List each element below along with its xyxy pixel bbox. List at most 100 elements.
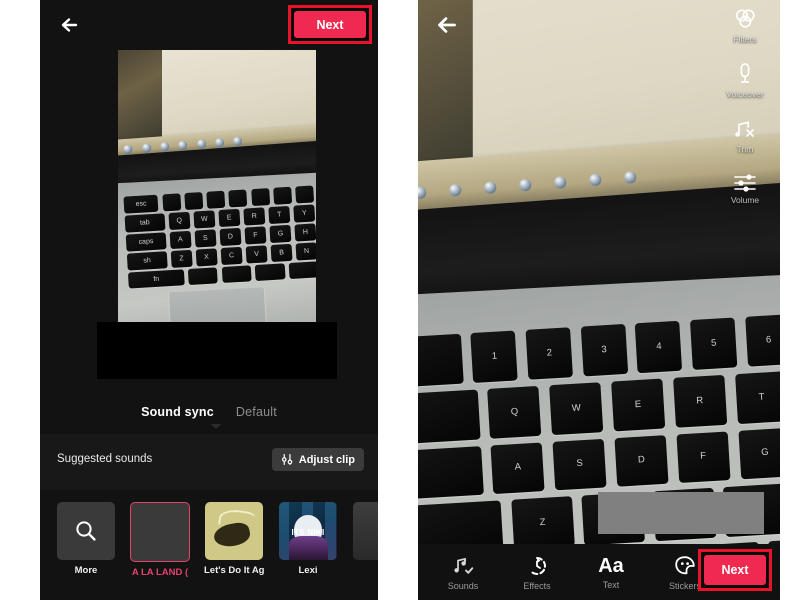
- album-art-thumb[interactable]: [205, 502, 263, 560]
- keyboard-key: A: [169, 231, 192, 250]
- right-phone-panel: 1234567QWERTYASDFGHZXCVB Filters: [418, 0, 780, 600]
- keyboard-key: F: [676, 430, 732, 484]
- keyboard-key: [206, 191, 226, 209]
- album-art-text: ITS NIKI: [291, 527, 325, 537]
- keyboard-key: H: [294, 223, 316, 242]
- bottom-item-label: Stickers: [668, 580, 701, 591]
- keyboard-key: [295, 185, 315, 204]
- tab-default[interactable]: Default: [236, 405, 277, 419]
- keyboard-key: 6: [745, 314, 780, 367]
- next-button-highlight-left: Next: [288, 5, 372, 44]
- keyboard-key: E: [218, 209, 241, 228]
- keyboard-key: Y: [293, 204, 316, 223]
- sound-item-label: More: [74, 565, 98, 576]
- sound-item-partial[interactable]: [353, 502, 378, 560]
- left-phone-panel: esc tab Q W E R T Ycaps A S D F G Hsh Z X C V B Nfn Next So…: [40, 0, 378, 600]
- keyboard-key: 3: [581, 323, 629, 377]
- keyboard-key: tab: [124, 213, 166, 233]
- tab-sound-sync[interactable]: Sound sync: [141, 405, 214, 419]
- tab-indicator-caret: [211, 424, 221, 429]
- keyboard-key: X: [195, 248, 218, 267]
- keyboard-key: esc: [123, 195, 159, 214]
- effects-timer-icon: [525, 554, 549, 578]
- redaction-box-gray: [598, 492, 764, 534]
- keyboard-key: 2: [526, 327, 574, 380]
- bottom-item-label: Effects: [523, 580, 551, 591]
- keyboard-key: Q: [168, 212, 191, 231]
- sound-thumb-selected[interactable]: [130, 502, 190, 562]
- tool-volume[interactable]: Volume: [716, 171, 774, 205]
- bottom-item-effects[interactable]: Effects: [506, 554, 568, 591]
- sound-mode-tabs: Sound sync Default: [40, 390, 378, 434]
- keyboard-key: 5: [690, 317, 739, 370]
- keyboard-key: [221, 265, 252, 284]
- sound-item-a-la-land[interactable]: A LA LAND (: [130, 502, 190, 578]
- keyboard-key: T: [268, 206, 291, 225]
- keyboard-key: [418, 333, 465, 389]
- next-button-highlight-right: Next: [698, 549, 772, 591]
- keyboard-key: Z: [511, 496, 576, 550]
- keyboard-key: S: [194, 229, 217, 248]
- keyboard-key: V: [245, 245, 268, 264]
- next-button[interactable]: Next: [294, 11, 366, 38]
- keyboard-key: 1: [471, 330, 519, 383]
- keyboard-key: F: [244, 226, 267, 245]
- screenshot-stage: esc tab Q W E R T Ycaps A S D F G Hsh Z X C V B Nfn Next So…: [0, 0, 800, 600]
- tool-label: Voiceover: [726, 89, 764, 99]
- keyboard-key: G: [738, 427, 780, 480]
- suggested-sounds-label: Suggested sounds: [57, 453, 153, 465]
- album-art-partial: [353, 502, 378, 560]
- next-button[interactable]: Next: [704, 555, 766, 585]
- scene-trackpad: [168, 286, 268, 322]
- laptop-scene-left: esc tab Q W E R T Ycaps A S D F G Hsh Z X C V B Nfn: [118, 50, 316, 322]
- tool-trim[interactable]: Trim: [716, 116, 774, 154]
- keyboard-key: [228, 189, 248, 208]
- keyboard-key: G: [269, 225, 292, 244]
- keyboard-key: E: [611, 378, 666, 431]
- redaction-bar-black: [97, 322, 337, 379]
- keyboard-key: R: [243, 207, 266, 226]
- back-arrow-icon[interactable]: [56, 11, 84, 39]
- bottom-item-text[interactable]: Aa Text: [580, 555, 642, 590]
- more-thumb[interactable]: [57, 502, 115, 560]
- keyboard-key: W: [549, 381, 605, 435]
- tool-label: Volume: [730, 195, 760, 205]
- suggested-sounds-carousel[interactable]: More A LA LAND ( Let's Do It Ag ITS NIKI…: [40, 497, 378, 600]
- sound-item-more[interactable]: More: [57, 502, 115, 576]
- tool-filters[interactable]: Filters: [716, 6, 774, 44]
- scene-keyboard-left: esc tab Q W E R T Ycaps A S D F G Hsh Z X C V B Nfn: [123, 185, 316, 290]
- video-preview-left[interactable]: esc tab Q W E R T Ycaps A S D F G Hsh Z X C V B Nfn: [118, 50, 316, 322]
- keyboard-key: C: [220, 247, 243, 265]
- keyboard-key: Z: [170, 250, 193, 268]
- album-art-thumb[interactable]: ITS NIKI: [279, 502, 337, 560]
- back-arrow-icon[interactable]: [432, 10, 460, 38]
- keyboard-key: [418, 445, 484, 501]
- album-art-lexi: ITS NIKI: [279, 502, 337, 560]
- keyboard-key: T: [735, 370, 780, 424]
- keyboard-key: [418, 389, 481, 445]
- scene-wall-left: [118, 50, 162, 143]
- keyboard-key: caps: [125, 232, 167, 252]
- album-art-thumb[interactable]: [353, 502, 378, 560]
- music-note-check-icon: [451, 554, 475, 578]
- bottom-item-sounds[interactable]: Sounds: [432, 554, 494, 591]
- volume-sliders-icon: [732, 171, 758, 193]
- tool-voiceover[interactable]: Voiceover: [716, 61, 774, 99]
- sound-item-lexi[interactable]: ITS NIKI Lexi: [279, 502, 337, 576]
- microphone-icon: [732, 61, 758, 87]
- bottom-item-label: Text: [602, 579, 620, 590]
- adjust-clip-button[interactable]: Adjust clip: [271, 448, 364, 471]
- keyboard-key: D: [614, 434, 670, 488]
- search-icon: [73, 518, 99, 544]
- sliders-icon: [281, 453, 294, 466]
- sound-item-label: Lexi: [298, 565, 318, 576]
- text-aa-icon: Aa: [598, 554, 624, 577]
- keyboard-key: W: [193, 210, 216, 229]
- keyboard-key: R: [673, 374, 728, 428]
- editor-side-toolbar[interactable]: Filters Voiceover Trim Volume: [716, 6, 774, 205]
- keyboard-key: 4: [635, 320, 684, 373]
- sticker-smiley-icon: [673, 554, 697, 578]
- sound-item-lets-do-it-again[interactable]: Let's Do It Ag: [204, 502, 264, 576]
- keyboard-key: [254, 263, 286, 282]
- keyboard-key: [272, 187, 292, 205]
